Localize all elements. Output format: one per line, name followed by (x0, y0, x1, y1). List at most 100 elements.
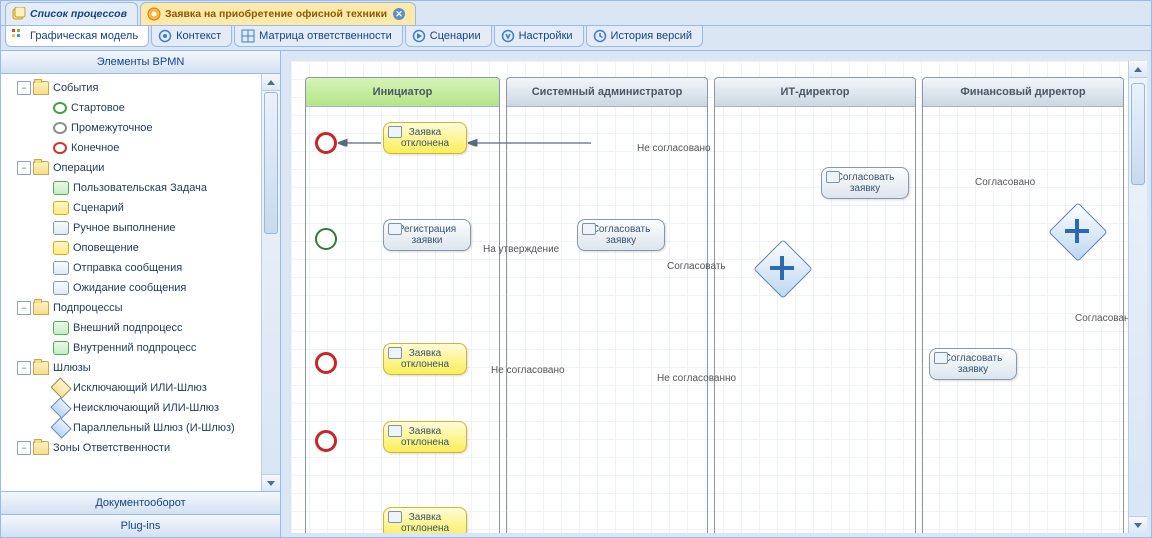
sidebar-scrollbar[interactable] (261, 74, 280, 491)
doc-tab-active[interactable]: Заявка на приобретение офисной техники ✕ (140, 2, 416, 25)
task-icon (53, 241, 69, 255)
close-icon[interactable]: ✕ (393, 8, 405, 20)
tree-item[interactable]: Конечное (3, 138, 278, 158)
tree-item[interactable]: Внутренний подпроцесс (3, 338, 278, 358)
scrollbar-thumb[interactable] (1131, 83, 1145, 185)
canvas-wrap: Инициатор Системный администратор ИТ-дир… (281, 51, 1151, 537)
task-icon (826, 171, 840, 183)
tree-expander[interactable]: − (17, 161, 31, 175)
intermediate-event-icon (53, 122, 67, 134)
canvas-scrollbar-v[interactable] (1128, 61, 1147, 533)
tab-responsibility-matrix[interactable]: Матрица ответственности (234, 26, 403, 47)
tree-label: Оповещение (73, 242, 139, 254)
tree-item[interactable]: −Шлюзы (3, 358, 278, 378)
process-list-icon (12, 7, 26, 21)
task-label: Заявка отклонена (401, 348, 449, 370)
task-label: Регистрация заявки (398, 224, 456, 246)
task-icon (388, 425, 402, 437)
task-rejected[interactable]: Заявка отклонена (383, 343, 467, 375)
scrollbar-thumb[interactable] (264, 92, 278, 234)
tree-label: Внешний подпроцесс (73, 322, 183, 334)
tree-item[interactable]: Ручное выполнение (3, 218, 278, 238)
task-approve-fin[interactable]: Согласовать заявку (929, 348, 1017, 380)
tab-settings[interactable]: Настройки (494, 26, 584, 47)
doc-tab-list[interactable]: Список процессов (5, 2, 138, 25)
task-approve-sysadmin[interactable]: Согласовать заявку (577, 219, 665, 251)
tree-expander[interactable]: − (17, 81, 31, 95)
sidebar-btn-plugins[interactable]: Plug-ins (1, 514, 280, 537)
lane-fin-director[interactable]: Финансовый директор (922, 77, 1124, 533)
task-label: Заявка отклонена (401, 512, 449, 533)
edge-label: На утверждение (483, 244, 559, 255)
task-icon (53, 321, 69, 335)
tab-label: Матрица ответственности (259, 30, 392, 42)
edge-label: Согласовано (1075, 313, 1135, 324)
scroll-up-button[interactable] (1129, 61, 1147, 78)
tree-label: Промежуточное (71, 122, 153, 134)
gateway-parallel[interactable] (1057, 211, 1097, 251)
tab-version-history[interactable]: История версий (586, 26, 703, 47)
tree-item[interactable]: Сценарий (3, 198, 278, 218)
sidebar-btn-documents[interactable]: Документооборот (1, 491, 280, 514)
tab-graphical-model[interactable]: Графическая модель (5, 26, 149, 47)
task-icon (934, 352, 948, 364)
tree-item[interactable]: − Подпроцессы (3, 298, 278, 318)
tree-item[interactable]: Промежуточное (3, 118, 278, 138)
gateway-icon (50, 417, 71, 438)
task-label: Согласовать заявку (592, 224, 651, 246)
graphical-model-icon (12, 29, 26, 43)
gateway-icon (50, 377, 71, 398)
diagram-icon (147, 7, 161, 21)
history-icon (593, 29, 607, 43)
tab-label: Контекст (176, 30, 221, 42)
tree-expander[interactable]: − (17, 361, 31, 375)
edge-label: Не согласованно (657, 373, 736, 384)
tree-item[interactable]: Стартовое (3, 98, 278, 118)
tree-item[interactable]: Неисключающий ИЛИ-Шлюз (3, 398, 278, 418)
lane-it-director[interactable]: ИТ-директор (714, 77, 916, 533)
end-event[interactable] (315, 352, 337, 374)
tree-item[interactable]: Внешний подпроцесс (3, 318, 278, 338)
tree-item[interactable]: Исключающий ИЛИ-Шлюз (3, 378, 278, 398)
tree-label: Отправка сообщения (73, 262, 182, 274)
gateway-parallel[interactable] (762, 248, 802, 288)
tree-label: Параллельный Шлюз (И-Шлюз) (73, 422, 235, 434)
scroll-up-button[interactable] (262, 74, 280, 91)
tree-label: Подпроцессы (53, 302, 123, 314)
tab-context[interactable]: Контекст (151, 26, 232, 47)
diagram-canvas[interactable]: Инициатор Системный администратор ИТ-дир… (291, 61, 1147, 533)
tree-label: Стартовое (71, 102, 125, 114)
doc-tabs: Список процессов Заявка на приобретение … (1, 1, 1151, 26)
tree-item[interactable]: Параллельный Шлюз (И-Шлюз) (3, 418, 278, 438)
tree-item[interactable]: Ожидание сообщения (3, 278, 278, 298)
tree-item[interactable]: Отправка сообщения (3, 258, 278, 278)
scroll-down-button[interactable] (1129, 516, 1147, 533)
tree-label: Неисключающий ИЛИ-Шлюз (73, 402, 219, 414)
scenarios-icon (412, 29, 426, 43)
task-registration[interactable]: Регистрация заявки (383, 219, 471, 251)
start-event[interactable] (315, 228, 337, 250)
tree-expander[interactable]: − (17, 441, 31, 455)
task-rejected[interactable]: Заявка отклонена (383, 122, 467, 154)
tab-scenarios[interactable]: Сценарии (405, 26, 492, 47)
tree-label: События (53, 82, 98, 94)
task-approve-it[interactable]: Согласовать заявку (821, 167, 909, 199)
task-label: Согласовать заявку (836, 172, 895, 194)
task-rejected[interactable]: Заявка отклонена (383, 421, 467, 453)
tree-label: Внутренний подпроцесс (73, 342, 196, 354)
folder-icon (33, 301, 49, 315)
gateway-icon (50, 397, 71, 418)
tree-item[interactable]: −Зоны Ответственности (3, 438, 278, 458)
folder-icon (33, 361, 49, 375)
task-rejected[interactable]: Заявка отклонена (383, 507, 467, 533)
tree-item[interactable]: − События (3, 78, 278, 98)
end-event[interactable] (315, 430, 337, 452)
tree-item[interactable]: −Операции (3, 158, 278, 178)
tree-item[interactable]: Пользовательская Задача (3, 178, 278, 198)
task-icon (53, 221, 69, 235)
tree-expander[interactable]: − (17, 301, 31, 315)
folder-icon (33, 161, 49, 175)
end-event[interactable] (315, 132, 337, 154)
tree-item[interactable]: Оповещение (3, 238, 278, 258)
scroll-down-button[interactable] (262, 474, 280, 491)
